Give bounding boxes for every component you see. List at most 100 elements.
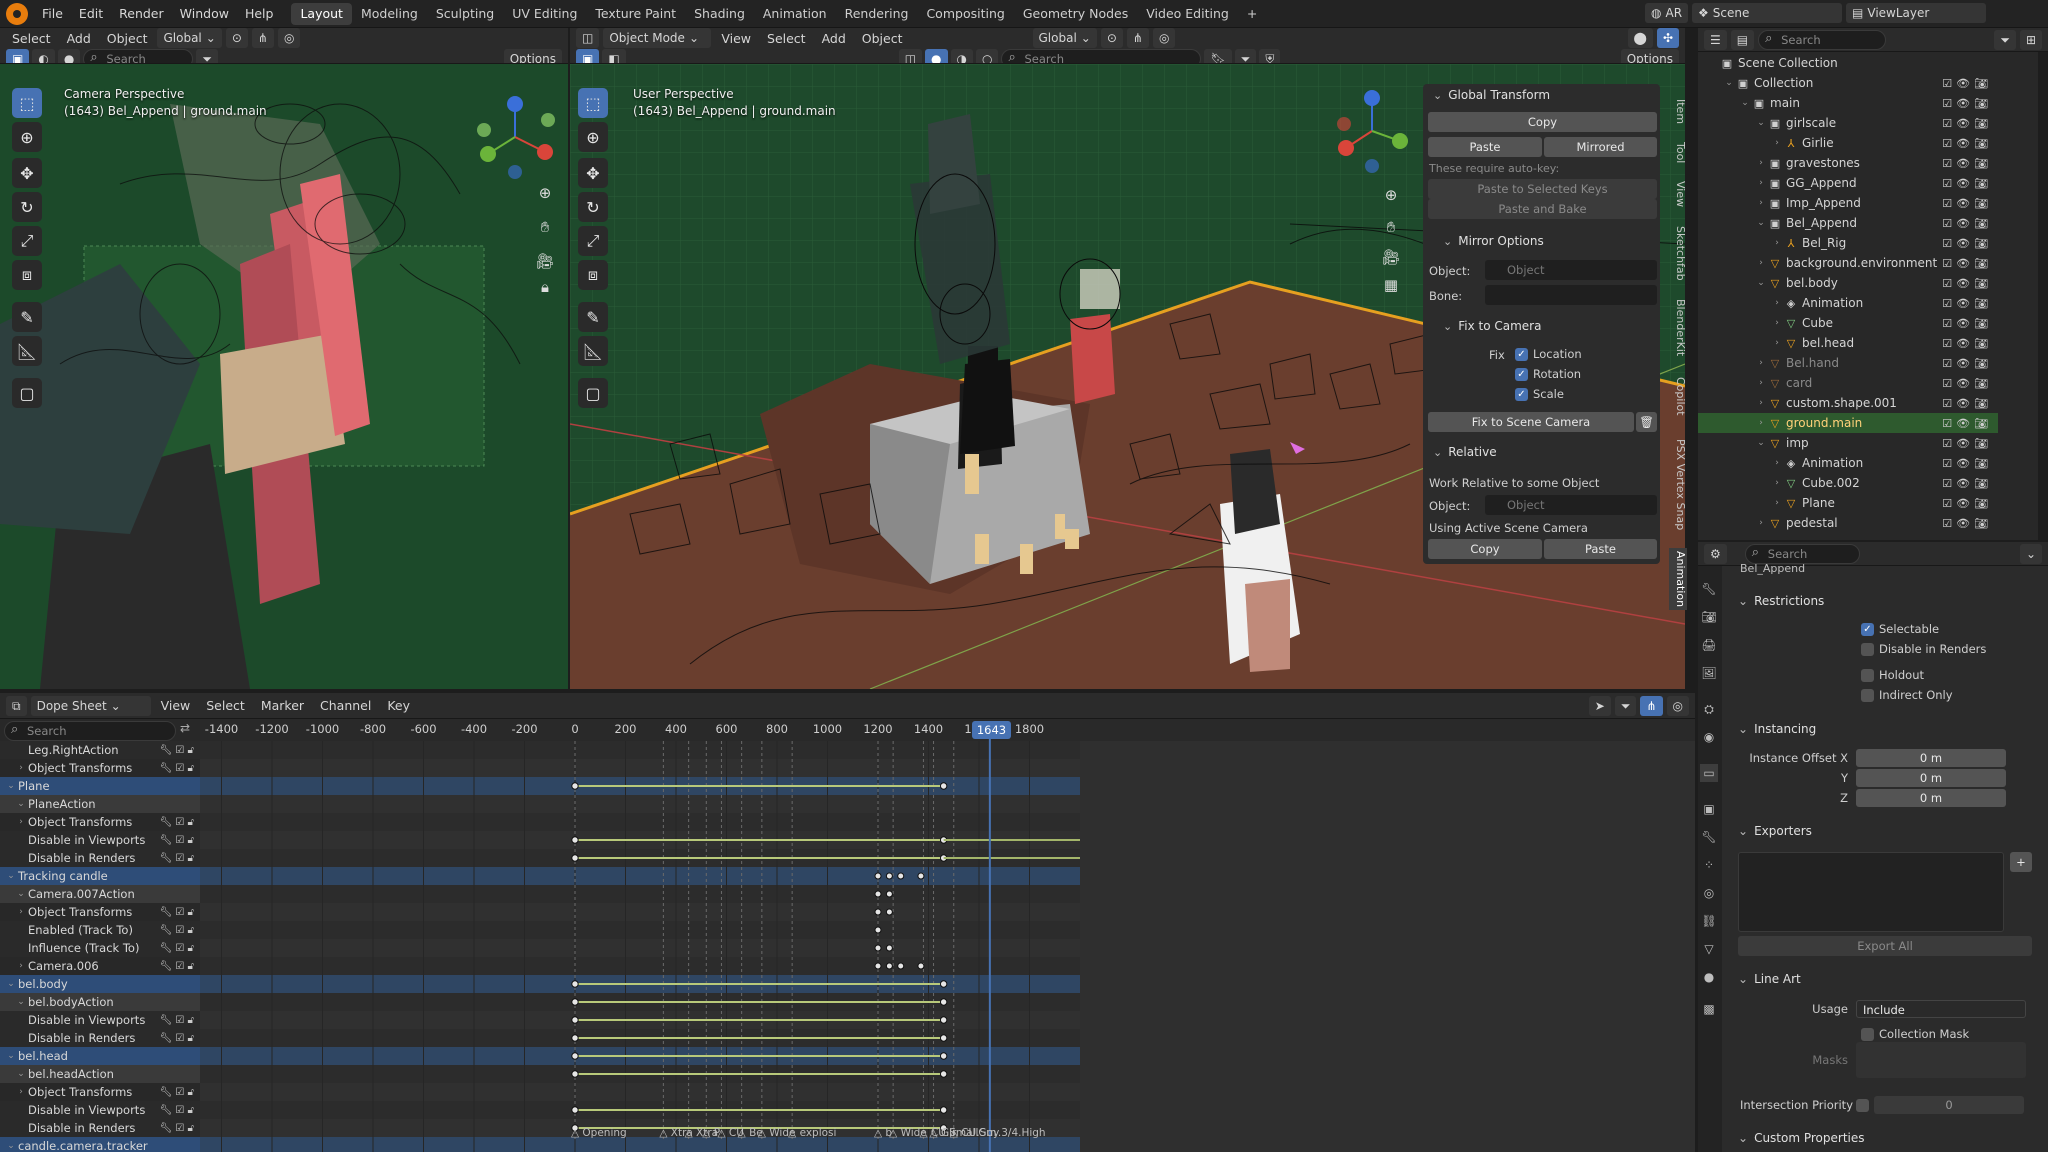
exclude-checkbox-icon[interactable]: ☑: [1942, 437, 1952, 450]
keyframe-diamond[interactable]: [874, 872, 882, 880]
channel-toggle-icons[interactable]: 🔧︎ ☑ 🔓︎: [160, 763, 201, 774]
render-camera-icon[interactable]: 📷︎: [1974, 97, 1988, 110]
left-pan-hand-icon[interactable]: ✋︎: [532, 214, 558, 240]
render-camera-icon[interactable]: 📷︎: [1974, 337, 1988, 350]
visibility-eye-icon[interactable]: 👁︎: [1956, 317, 1970, 330]
channel-toggle-icons[interactable]: 🔧︎ ☑ 🔓︎: [160, 817, 201, 828]
main-filter-icon[interactable]: ⏷: [1234, 49, 1257, 63]
left-navigation-gizmo-icon[interactable]: [470, 92, 560, 182]
sidetab-item[interactable]: Item: [1669, 92, 1687, 132]
disclosure-triangle-icon[interactable]: ›: [1770, 298, 1784, 308]
keyframe-diamond[interactable]: [571, 854, 579, 862]
disclosure-triangle-icon[interactable]: ›: [1754, 258, 1768, 268]
properties-search[interactable]: Search: [1744, 543, 1860, 564]
visibility-eye-icon[interactable]: 👁︎: [1956, 517, 1970, 530]
dopesheet-channel-row[interactable]: ⌄ Camera.007Action: [0, 885, 200, 903]
outliner-row[interactable]: › ◈ Animation ☑ 👁︎ 📷︎: [1698, 293, 1998, 313]
visibility-eye-icon[interactable]: 👁︎: [1956, 377, 1970, 390]
exclude-checkbox-icon[interactable]: ☑: [1942, 177, 1952, 190]
disclosure-triangle-icon[interactable]: ›: [14, 961, 28, 971]
keyframe-diamond[interactable]: [939, 998, 948, 1006]
main-tool-rotate-icon[interactable]: ↻: [578, 192, 608, 222]
disclosure-triangle-icon[interactable]: ›: [1754, 418, 1768, 428]
fix-rotation-checkbox[interactable]: ✓ Rotation: [1515, 367, 1581, 381]
render-camera-icon[interactable]: 📷︎: [1974, 317, 1988, 330]
relative-copy-button[interactable]: Copy: [1428, 539, 1542, 559]
relative-section[interactable]: Relative: [1423, 441, 1660, 463]
main-tool-annotate-icon[interactable]: ✎: [578, 302, 608, 332]
checkbox-unchecked-icon[interactable]: ✓: [1856, 1098, 1869, 1112]
left-viewport-search[interactable]: Search: [83, 49, 194, 63]
keyframe-diamond[interactable]: [939, 980, 948, 988]
render-camera-icon[interactable]: 📷︎: [1974, 437, 1988, 450]
visibility-eye-icon[interactable]: 👁︎: [1956, 297, 1970, 310]
render-camera-icon[interactable]: 📷︎: [1974, 377, 1988, 390]
left-menu-add[interactable]: Add: [61, 31, 97, 46]
exclude-checkbox-icon[interactable]: ☑: [1942, 477, 1952, 490]
disclosure-triangle-icon[interactable]: ›: [1770, 318, 1784, 328]
disclosure-triangle-icon[interactable]: ›: [1754, 378, 1768, 388]
exclude-checkbox-icon[interactable]: ☑: [1942, 337, 1952, 350]
disclosure-triangle-icon[interactable]: ⌄: [1722, 78, 1736, 88]
render-camera-icon[interactable]: 📷︎: [1974, 77, 1988, 90]
main-proportional-icon[interactable]: ◎: [1152, 28, 1176, 48]
dopesheet-channel-row[interactable]: ⌄ bel.body: [0, 975, 200, 993]
render-camera-icon[interactable]: 📷︎: [1974, 357, 1988, 370]
keyframe-diamond[interactable]: [939, 782, 948, 790]
render-camera-icon[interactable]: 📷︎: [1974, 397, 1988, 410]
disclosure-triangle-icon[interactable]: ⌄: [14, 997, 28, 1007]
workspace-tab-geometry-nodes[interactable]: Geometry Nodes: [1014, 3, 1137, 25]
dopesheet-channel-row[interactable]: Disable in Viewports 🔧︎ ☑ 🔓︎: [0, 1011, 200, 1029]
keyframe-diamond[interactable]: [939, 1034, 948, 1042]
channel-toggle-icons[interactable]: 🔧︎ ☑ 🔓︎: [160, 835, 201, 846]
disclosure-triangle-icon[interactable]: ›: [1770, 478, 1784, 488]
outliner-row[interactable]: › ▽ Cube.002 ☑ 👁︎ 📷︎: [1698, 473, 1998, 493]
sidetab-view[interactable]: View: [1669, 176, 1687, 212]
left-snap-icon[interactable]: ⋔: [251, 28, 274, 48]
keyframe-diamond[interactable]: [571, 980, 579, 988]
left-orientation-dropdown[interactable]: Global ⌄: [157, 28, 222, 48]
exclude-checkbox-icon[interactable]: ☑: [1942, 357, 1952, 370]
dopesheet-channel-row[interactable]: › Object Transforms 🔧︎ ☑ 🔓︎: [0, 1083, 200, 1101]
keyframe-diamond[interactable]: [571, 1016, 579, 1024]
disclosure-triangle-icon[interactable]: ⌄: [4, 871, 18, 881]
channel-toggle-icons[interactable]: 🔧︎ ☑ 🔓︎: [160, 1123, 201, 1134]
disclosure-triangle-icon[interactable]: ⌄: [14, 1069, 28, 1079]
main-menu-object[interactable]: Object: [856, 31, 909, 46]
visibility-eye-icon[interactable]: 👁︎: [1956, 457, 1970, 470]
dopesheet-channel-row[interactable]: ⌄ Tracking candle: [0, 867, 200, 885]
keyframe-diamond[interactable]: [571, 998, 579, 1006]
intersection-priority-field[interactable]: 0: [1874, 1096, 2024, 1114]
main-tool-add-cube-icon[interactable]: ▢: [578, 378, 608, 408]
dopesheet-channel-row[interactable]: ⌄ bel.head: [0, 1047, 200, 1065]
tool-scale-icon[interactable]: ⤢: [12, 226, 42, 256]
dopesheet-channel-row[interactable]: Disable in Renders 🔧︎ ☑ 🔓︎: [0, 1029, 200, 1047]
exclude-checkbox-icon[interactable]: ☑: [1942, 197, 1952, 210]
channel-toggle-icons[interactable]: 🔧︎ ☑ 🔓︎: [160, 745, 201, 756]
keyframe-diamond[interactable]: [571, 1052, 579, 1060]
sidetab-tool[interactable]: Tool: [1669, 136, 1687, 170]
outliner-new-collection-icon[interactable]: ⊞: [2019, 29, 2042, 50]
timeline-marker[interactable]: △ Opening: [571, 1127, 627, 1139]
ds-menu-channel[interactable]: Channel: [314, 698, 377, 713]
main-shield-icon[interactable]: ⛨: [1259, 49, 1281, 63]
workspace-tab-shading[interactable]: Shading: [685, 3, 754, 25]
instancing-section[interactable]: Instancing: [1738, 718, 1816, 740]
exclude-checkbox-icon[interactable]: ☑: [1942, 317, 1952, 330]
main-pan-hand-icon[interactable]: ✋︎: [1378, 214, 1404, 240]
tool-add-cube-icon[interactable]: ▢: [12, 378, 42, 408]
exclude-checkbox-icon[interactable]: ☑: [1942, 77, 1952, 90]
dopesheet-mode-dropdown[interactable]: Dope Sheet ⌄: [30, 695, 151, 716]
left-lock-icon[interactable]: 🔒︎: [532, 274, 558, 300]
disclosure-triangle-icon[interactable]: ⌄: [1754, 118, 1768, 128]
tool-annotate-icon[interactable]: ✎: [12, 302, 42, 332]
main-invert-icon[interactable]: ◧: [602, 49, 626, 63]
ds-filter-icon[interactable]: ⏷: [1614, 695, 1637, 716]
dopesheet-channel-row[interactable]: Disable in Renders 🔧︎ ☑ 🔓︎: [0, 1119, 200, 1137]
main-navigation-gizmo-icon[interactable]: [1332, 86, 1412, 176]
workspace-tab-animation[interactable]: Animation: [754, 3, 836, 25]
shading-material-icon[interactable]: ◑: [950, 49, 973, 63]
exclude-checkbox-icon[interactable]: ☑: [1942, 217, 1952, 230]
dopesheet-channel-row[interactable]: Disable in Viewports 🔧︎ ☑ 🔓︎: [0, 831, 200, 849]
menu-window[interactable]: Window: [172, 0, 237, 28]
